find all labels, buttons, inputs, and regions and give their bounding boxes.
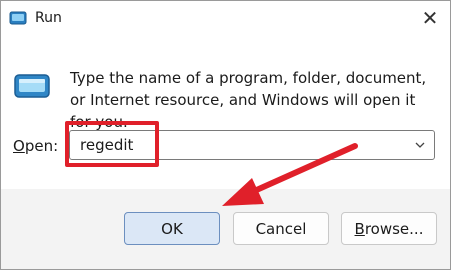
title-bar: Run ✕ (1, 1, 450, 35)
ok-button[interactable]: OK (124, 212, 220, 245)
chevron-down-icon[interactable] (414, 139, 426, 151)
run-app-icon (14, 74, 50, 98)
close-icon: ✕ (421, 6, 439, 30)
browse-accel: B (354, 219, 365, 238)
highlight-box (65, 121, 159, 167)
close-button[interactable]: ✕ (410, 1, 450, 35)
run-dialog: Run ✕ Type the name of a program, folder… (0, 0, 451, 270)
dialog-content: Type the name of a program, folder, docu… (1, 35, 450, 195)
window-title: Run (35, 10, 62, 26)
browse-rest: rowse... (364, 219, 424, 238)
browse-button[interactable]: Browse... (341, 212, 437, 245)
open-label: Open: (13, 137, 58, 155)
run-icon (9, 11, 27, 25)
open-label-rest: pen: (24, 137, 59, 155)
open-label-accel: O (13, 137, 25, 155)
cancel-button[interactable]: Cancel (233, 212, 329, 245)
button-bar: OK Cancel Browse... (1, 189, 450, 269)
